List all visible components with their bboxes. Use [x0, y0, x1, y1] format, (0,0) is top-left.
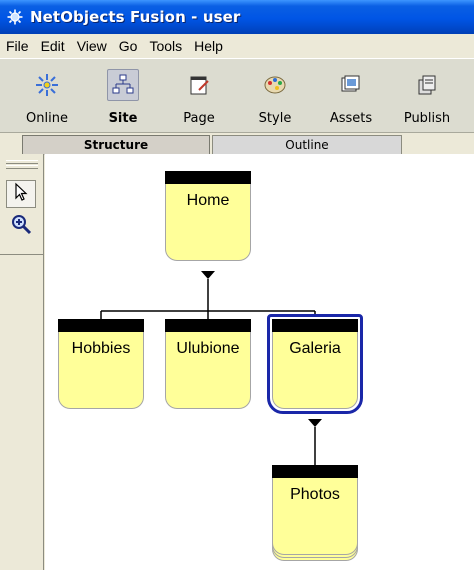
page-header-bar: [165, 319, 251, 332]
page-card: [165, 319, 251, 409]
page-home-label: Home: [186, 192, 230, 209]
page-ulubione-label: Ulubione: [176, 340, 240, 357]
tab-structure[interactable]: Structure: [22, 135, 210, 155]
page-card: [272, 319, 358, 409]
palette-grip[interactable]: [6, 160, 38, 164]
site-button[interactable]: Site: [93, 65, 153, 129]
style-label: Style: [258, 111, 292, 126]
galeria-expand-arrow: [308, 419, 322, 427]
publish-label: Publish: [403, 111, 451, 126]
view-tabs: Structure Outline: [0, 132, 474, 155]
page-card: [58, 319, 144, 409]
online-button[interactable]: Online: [17, 65, 77, 129]
site-structure-canvas[interactable]: Home Hobbies Ulubione Galeria Photos: [45, 154, 474, 570]
page-icon: [183, 69, 215, 101]
publish-button[interactable]: Publish: [397, 65, 457, 129]
online-label: Online: [26, 111, 68, 126]
page-galeria-label: Galeria: [289, 340, 341, 357]
site-label: Site: [108, 111, 138, 126]
site-icon: [107, 69, 139, 101]
menu-edit[interactable]: Edit: [35, 35, 71, 57]
menu-view[interactable]: View: [71, 35, 113, 57]
palette-divider: [0, 254, 44, 255]
style-icon: [259, 69, 291, 101]
page-header-bar: [58, 319, 144, 332]
menu-help[interactable]: Help: [188, 35, 229, 57]
assets-button[interactable]: Assets: [321, 65, 381, 129]
page-header-bar: [272, 319, 358, 332]
zoom-tool[interactable]: [6, 212, 36, 240]
page-header-bar: [272, 465, 358, 478]
assets-icon: [335, 69, 367, 101]
pointer-icon: [13, 182, 29, 206]
home-expand-arrow: [201, 271, 215, 279]
page-hobbies-label: Hobbies: [71, 340, 131, 357]
window-title: NetObjects Fusion - user: [30, 8, 241, 26]
page-header-bar: [165, 171, 251, 184]
menu-file[interactable]: File: [0, 35, 35, 57]
style-button[interactable]: Style: [245, 65, 305, 129]
pointer-tool[interactable]: [6, 180, 36, 208]
online-icon: [31, 69, 63, 101]
page-card: [165, 171, 251, 261]
view-toolbar: Online Site Page Style Assets Publish: [0, 58, 474, 132]
tab-outline[interactable]: Outline: [212, 135, 402, 155]
page-button[interactable]: Page: [169, 65, 229, 129]
page-card: [272, 465, 358, 555]
app-icon: [6, 8, 24, 26]
publish-icon: [411, 69, 443, 101]
page-photos-label: Photos: [290, 486, 340, 503]
menu-bar: File Edit View Go Tools Help: [0, 34, 474, 58]
tool-palette: [0, 154, 44, 570]
title-bar: NetObjects Fusion - user: [0, 0, 474, 34]
assets-label: Assets: [329, 111, 373, 126]
zoom-icon: [10, 213, 32, 239]
menu-go[interactable]: Go: [113, 35, 144, 57]
page-label: Page: [183, 111, 215, 126]
palette-grip-2: [6, 165, 38, 169]
menu-tools[interactable]: Tools: [143, 35, 188, 57]
